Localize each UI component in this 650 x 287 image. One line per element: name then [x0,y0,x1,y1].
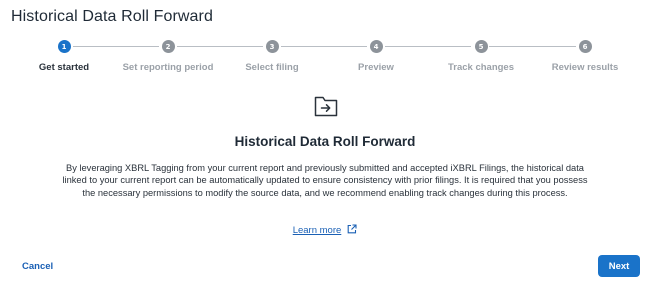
step-set-reporting-period: 2 Set reporting period [108,38,228,73]
content-heading: Historical Data Roll Forward [234,134,416,149]
step-number-badge: 4 [369,40,383,53]
step-label: Track changes [447,62,514,73]
step-label: Preview [358,62,394,73]
step-number-badge: 5 [474,40,488,53]
step-label: Set reporting period [122,62,214,73]
folder-arrow-icon [314,96,338,117]
step-label: Get started [38,62,90,73]
progress-stepper: 1 Get started 2 Set reporting period 3 S… [0,38,650,78]
external-link-icon[interactable] [347,224,357,234]
step-review-results: 6 Review results [525,38,645,73]
content-description: By leveraging XBRL Tagging from your cur… [62,163,588,198]
next-button[interactable]: Next [598,255,640,277]
learn-more-link[interactable]: Learn more [293,225,342,236]
step-track-changes: 5 Track changes [421,38,541,73]
step-preview: 4 Preview [316,38,436,73]
learn-more-row: Learn more [0,224,650,236]
step-label: Select filing [245,62,299,73]
step-label: Review results [551,62,619,73]
step-number-badge: 6 [578,40,592,53]
cancel-button[interactable]: Cancel [22,261,53,272]
step-number-badge: 2 [161,40,175,53]
step-select-filing: 3 Select filing [212,38,332,73]
step-get-started: 1 Get started [4,38,124,73]
step-number-badge: 3 [265,40,279,53]
step-number-badge: 1 [57,40,71,53]
page-title: Historical Data Roll Forward [11,8,213,25]
